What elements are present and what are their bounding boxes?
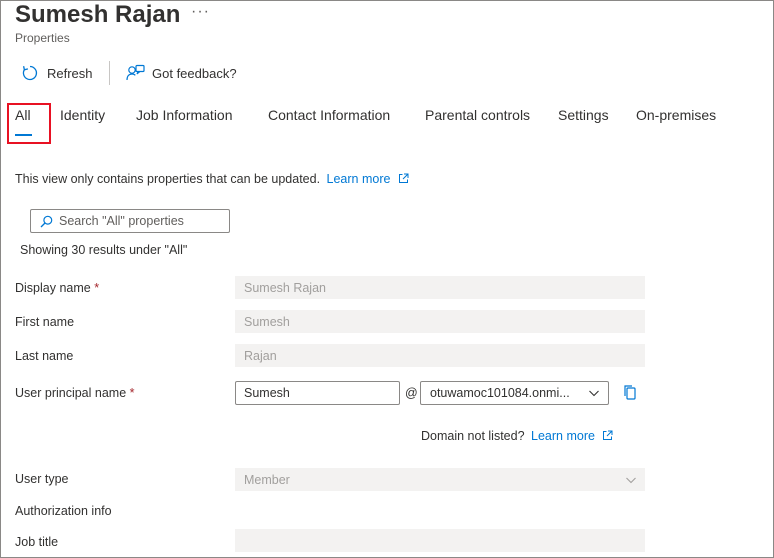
chevron-down-icon: [625, 474, 637, 489]
feedback-icon: [126, 64, 145, 82]
tab-identity[interactable]: Identity: [60, 107, 105, 135]
page-title: Sumesh Rajan: [15, 1, 181, 28]
last-name-field[interactable]: Rajan: [235, 344, 645, 367]
properties-page: Sumesh Rajan ··· Properties Refresh Got …: [0, 0, 774, 558]
refresh-icon: [21, 64, 39, 82]
page-subtitle: Properties: [15, 31, 70, 45]
tab-parental-controls[interactable]: Parental controls: [425, 107, 530, 135]
upn-username-input[interactable]: [235, 381, 400, 405]
first-name-field[interactable]: Sumesh: [235, 310, 645, 333]
domain-value: otuwamoc101084.onmi...: [430, 386, 570, 400]
tab-on-premises[interactable]: On-premises: [636, 107, 716, 135]
external-link-icon: [602, 430, 613, 444]
more-options-button[interactable]: ···: [191, 3, 210, 21]
property-search-box[interactable]: [30, 209, 230, 233]
upn-label-text: User principal name: [15, 386, 127, 400]
tab-job-information[interactable]: Job Information: [136, 107, 233, 135]
last-name-label: Last name: [15, 349, 74, 363]
required-marker: *: [94, 281, 100, 295]
user-type-dropdown[interactable]: Member: [235, 468, 645, 491]
refresh-label: Refresh: [47, 65, 93, 81]
refresh-button[interactable]: Refresh: [21, 63, 93, 83]
search-icon: [40, 215, 53, 233]
tab-contact-information[interactable]: Contact Information: [268, 107, 390, 135]
display-name-field[interactable]: Sumesh Rajan: [235, 276, 645, 299]
display-name-label: Display name *: [15, 281, 99, 295]
domain-note-text: Domain not listed?: [421, 429, 525, 443]
feedback-label: Got feedback?: [152, 65, 237, 81]
info-text-row: This view only contains properties that …: [15, 172, 409, 187]
user-type-value: Member: [244, 472, 290, 487]
user-type-label: User type: [15, 472, 69, 486]
info-text: This view only contains properties that …: [15, 172, 321, 186]
upn-label: User principal name *: [15, 386, 135, 400]
learn-more-link-label: Learn more: [326, 172, 391, 186]
domain-learn-more-label: Learn more: [531, 429, 595, 443]
job-title-label: Job title: [15, 535, 59, 549]
toolbar-divider: [109, 61, 110, 85]
copy-icon[interactable]: [621, 384, 639, 402]
domain-learn-more-link[interactable]: Learn more: [531, 429, 613, 443]
required-marker: *: [129, 386, 135, 400]
feedback-button[interactable]: Got feedback?: [126, 63, 237, 83]
domain-note-row: Domain not listed? Learn more: [421, 429, 613, 444]
learn-more-link[interactable]: Learn more: [327, 172, 409, 186]
upn-at-symbol: @: [405, 386, 418, 400]
external-link-icon: [398, 173, 409, 187]
authorization-info-label: Authorization info: [15, 504, 112, 518]
tab-all-highlight-box: [7, 103, 51, 144]
search-input[interactable]: [59, 214, 219, 228]
first-name-label: First name: [15, 315, 75, 329]
domain-dropdown[interactable]: otuwamoc101084.onmi...: [420, 381, 609, 405]
chevron-down-icon: [588, 387, 600, 402]
tab-settings[interactable]: Settings: [558, 107, 609, 135]
job-title-field[interactable]: [235, 529, 645, 552]
display-name-label-text: Display name: [15, 281, 91, 295]
results-count: Showing 30 results under "All": [20, 243, 188, 257]
